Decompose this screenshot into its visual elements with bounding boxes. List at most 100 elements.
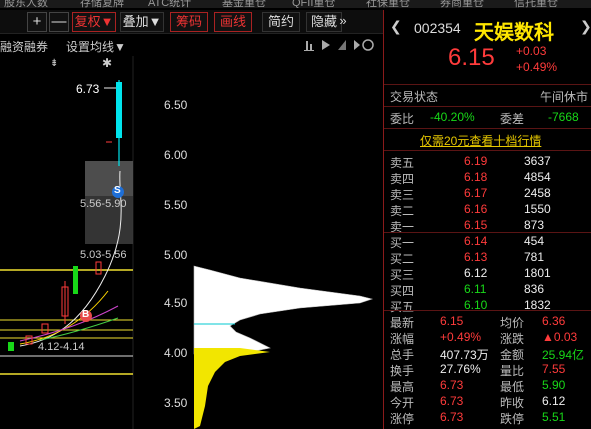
kline-svg <box>0 56 374 429</box>
y-axis-tick: 3.50 <box>164 396 188 410</box>
weicha-value: -7668 <box>548 110 579 124</box>
stat-value: 27.76% <box>440 362 481 376</box>
stat-value: 6.73 <box>440 410 464 424</box>
buy-level-label: 买三 <box>390 268 415 282</box>
prev-stock-icon[interactable]: ❮ <box>390 18 402 35</box>
buy-level-row[interactable]: 买三 6.12 1801 <box>384 266 591 282</box>
tab-broker[interactable]: 券商重仓 <box>440 0 484 8</box>
stat-value: ▲0.03 <box>542 330 578 344</box>
stat-label: 最高 <box>390 380 415 394</box>
stat-value: +0.49% <box>440 330 482 344</box>
sell-level-price: 6.19 <box>464 154 488 168</box>
sell-level-label: 卖二 <box>390 204 415 218</box>
sell-level-price: 6.16 <box>464 202 488 216</box>
y-axis-tick: 6.00 <box>164 148 188 162</box>
zoom-in-button[interactable]: + <box>27 12 47 32</box>
expand-icon[interactable]: » <box>336 12 350 32</box>
buy-level-price: 6.11 <box>464 282 487 296</box>
chart-subbar: 融资融券 设置均线▼ ⇟ ✱ <box>0 36 383 70</box>
buy-level-label: 买二 <box>390 252 415 266</box>
candle <box>95 261 102 275</box>
sell-level-volume: 2458 <box>524 186 551 200</box>
buy-level-volume: 836 <box>524 282 545 296</box>
stats-row: 涨停 6.73 跌停 5.51 <box>384 410 591 426</box>
status-label: 交易状态 <box>390 90 439 104</box>
stock-name: 天娱数科 <box>474 22 554 44</box>
chips-button[interactable]: 筹码 <box>170 12 208 32</box>
stat-value: 407.73万 <box>440 348 489 362</box>
quote-panel: ❮ 002354 天娱数科 ❯ 6.15 +0.03 +0.49% 交易状态 午… <box>383 10 591 429</box>
sell-level-price: 6.17 <box>464 186 488 200</box>
weibi-label: 委比 <box>390 112 415 126</box>
stat-label: 均价 <box>500 316 525 330</box>
tab-shareholders[interactable]: 股东人数 <box>4 0 48 8</box>
draw-line-button[interactable]: 画线 <box>214 12 252 32</box>
weibi-value: -40.20% <box>430 110 475 124</box>
margin-trading-link[interactable]: 融资融券 <box>0 38 48 55</box>
buy-level-row[interactable]: 买二 6.13 781 <box>384 250 591 266</box>
buy-level-row[interactable]: 买一 6.14 454 <box>384 234 591 250</box>
overlay-dropdown[interactable]: 叠加▼ <box>120 12 164 32</box>
stat-value: 5.51 <box>542 410 566 424</box>
sell-level-row[interactable]: 卖四 6.18 4854 <box>384 170 591 186</box>
stats-row: 最新 6.15 均价 6.36 <box>384 314 591 330</box>
stat-value: 25.94亿 <box>542 348 585 362</box>
simple-button[interactable]: 简约 <box>262 12 300 32</box>
chart-tools-icons[interactable] <box>304 38 374 55</box>
candle <box>41 323 49 334</box>
stat-label: 最低 <box>500 380 525 394</box>
tab-fund[interactable]: 基金重仓 <box>222 0 266 8</box>
kline-chart[interactable]: 6.50 6.00 5.50 5.00 4.50 4.00 3.50 6.73 … <box>0 56 383 429</box>
stat-label: 涨停 <box>390 412 415 426</box>
buy-level-row[interactable]: 买五 6.10 1832 <box>384 298 591 314</box>
ma-settings-dropdown[interactable]: 设置均线▼ <box>66 38 126 55</box>
chip-box-upper <box>85 161 133 196</box>
stat-label: 今开 <box>390 396 415 410</box>
sell-level-label: 卖三 <box>390 188 415 202</box>
sell-marker-letter: S <box>114 185 121 196</box>
chart-toolbar: + — 复权▼ 叠加▼ 筹码 画线 简约 隐藏 » <box>0 10 383 34</box>
promo-link[interactable]: 仅需20元查看十档行情 <box>420 132 541 149</box>
status-value: 午间休市 <box>540 90 589 104</box>
tab-storage[interactable]: 存储复牌 <box>80 0 124 8</box>
tab-qfii[interactable]: QFII重仓 <box>292 0 335 8</box>
buy-level-label: 买一 <box>390 236 415 250</box>
price-high-label: 6.73 <box>76 82 100 96</box>
sell-level-row[interactable]: 卖三 6.17 2458 <box>384 186 591 202</box>
stat-label: 昨收 <box>500 396 525 410</box>
stock-code: 002354 <box>414 20 461 36</box>
stat-label: 总手 <box>390 348 415 362</box>
buy-level-row[interactable]: 买四 6.11 836 <box>384 282 591 298</box>
stats-row: 总手 407.73万 金额 25.94亿 <box>384 346 591 362</box>
buy-level-price: 6.13 <box>464 250 488 264</box>
sell-level-row[interactable]: 卖五 6.19 3637 <box>384 154 591 170</box>
sell-level-price: 6.15 <box>464 218 488 232</box>
chip-mid-label: 5.03-5.56 <box>80 249 127 261</box>
top-tab-strip: 股东人数 存储复牌 ATC统计 基金重仓 QFII重仓 社保重仓 券商重仓 信托… <box>0 0 591 8</box>
last-price: 6.15 <box>448 44 495 71</box>
stat-label: 金额 <box>500 348 525 362</box>
zoom-out-button[interactable]: — <box>49 12 69 32</box>
change-value: +0.03 <box>516 44 547 58</box>
chip-lower-label: 4.12-4.14 <box>38 341 85 353</box>
sell-level-label: 卖四 <box>390 172 415 186</box>
fuquan-dropdown[interactable]: 复权▼ <box>72 12 116 32</box>
y-axis-tick: 4.50 <box>164 296 188 310</box>
sell-level-row[interactable]: 卖二 6.16 1550 <box>384 202 591 218</box>
sell-level-volume: 1550 <box>524 202 551 216</box>
tab-trust[interactable]: 信托重仓 <box>514 0 558 8</box>
tab-social[interactable]: 社保重仓 <box>366 0 410 8</box>
sell-level-label: 卖五 <box>390 156 415 170</box>
chip-profile-yellow <box>194 348 270 429</box>
sell-level-price: 6.18 <box>464 170 488 184</box>
tab-atc[interactable]: ATC统计 <box>148 0 191 8</box>
buy-level-volume: 781 <box>524 250 545 264</box>
sell-level-volume: 873 <box>524 218 545 232</box>
stats-row: 最高 6.73 最低 5.90 <box>384 378 591 394</box>
buy-level-label: 买五 <box>390 300 415 314</box>
y-axis-tick: 6.50 <box>164 98 188 112</box>
stat-value: 5.90 <box>542 378 566 392</box>
next-stock-icon[interactable]: ❯ <box>580 18 591 35</box>
stats-row: 今开 6.73 昨收 6.12 <box>384 394 591 410</box>
chip-profile-white <box>193 265 374 355</box>
